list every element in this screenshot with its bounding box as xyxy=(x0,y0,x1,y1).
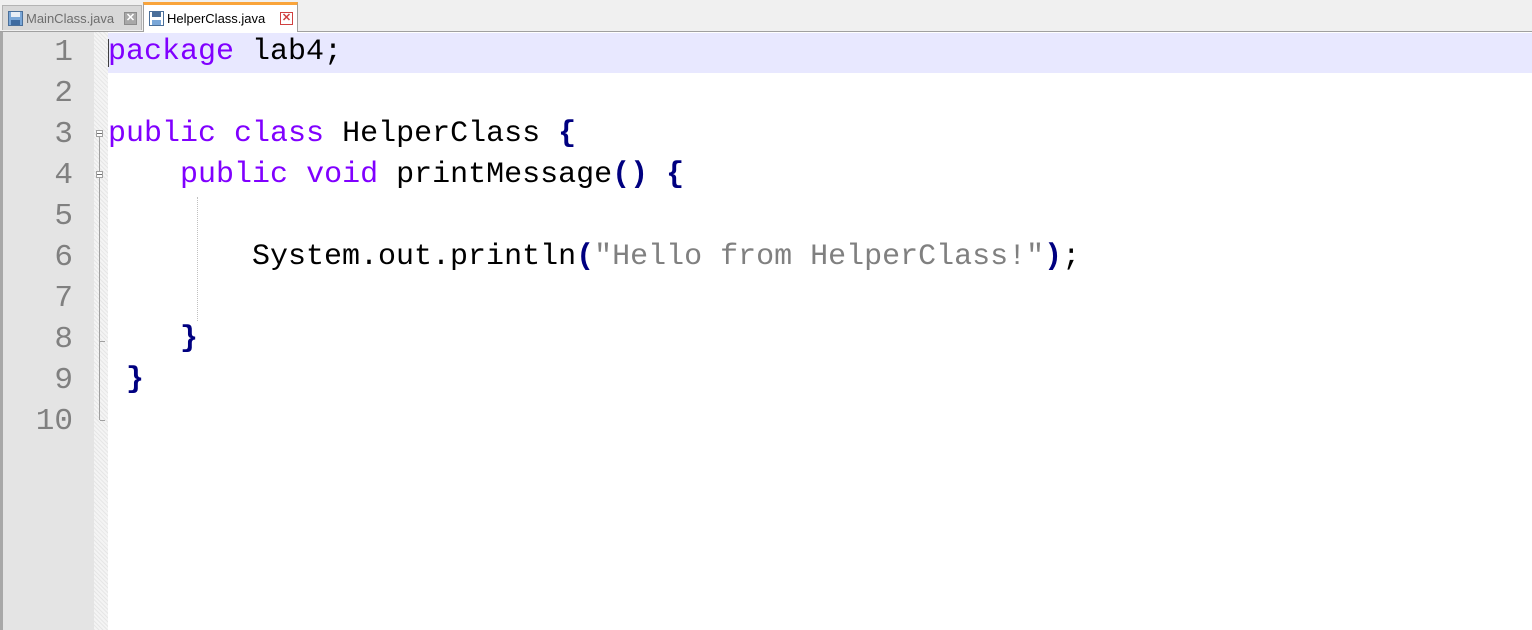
code-token: ( xyxy=(576,240,595,274)
close-icon[interactable]: ✕ xyxy=(280,12,293,25)
line-number: 7 xyxy=(54,281,73,316)
fold-line xyxy=(99,178,100,420)
text-caret xyxy=(108,39,109,67)
code-token: } xyxy=(126,363,145,397)
code-token: { xyxy=(666,158,685,192)
code-token: ; xyxy=(1062,240,1081,274)
fold-end-marker xyxy=(100,341,105,342)
close-icon[interactable]: ✕ xyxy=(124,11,137,25)
code-line[interactable]: package lab4; xyxy=(108,32,342,73)
tab-label: HelperClass.java xyxy=(167,11,266,26)
line-number: 2 xyxy=(54,76,73,111)
save-file-icon xyxy=(8,10,23,26)
fold-toggle-icon[interactable] xyxy=(96,171,103,178)
fold-toggle-icon[interactable] xyxy=(96,130,103,137)
code-token: class xyxy=(234,117,325,151)
code-token: System.out.println xyxy=(108,240,577,274)
code-line[interactable]: } xyxy=(108,319,198,360)
code-token: { xyxy=(558,117,577,151)
line-number: 10 xyxy=(35,404,73,439)
code-token: HelperClass xyxy=(324,117,559,151)
code-token: } xyxy=(180,322,199,356)
code-token: package xyxy=(108,35,235,69)
code-line[interactable]: public void printMessage() { xyxy=(108,155,684,196)
code-token: () xyxy=(612,158,649,192)
tab-helperclass[interactable]: HelperClass.java ✕ xyxy=(143,2,298,32)
editor-window: MainClass.java ✕ HelperClass.java ✕ 1 2 3 4… xyxy=(0,0,1532,630)
fold-line xyxy=(99,137,100,171)
fold-margin[interactable] xyxy=(94,32,108,630)
tab-label: MainClass.java xyxy=(26,10,115,26)
code-token: public xyxy=(108,117,217,151)
line-number: 1 xyxy=(54,35,73,70)
code-token: "Hello from HelperClass!" xyxy=(594,240,1045,274)
line-number: 5 xyxy=(54,199,73,234)
save-file-icon xyxy=(149,11,164,26)
code-token: public xyxy=(180,158,289,192)
code-token: printMessage xyxy=(378,158,613,192)
tab-mainclass[interactable]: MainClass.java ✕ xyxy=(2,5,142,30)
line-number: 4 xyxy=(54,158,73,193)
code-line[interactable]: System.out.println("Hello from HelperCla… xyxy=(108,237,1080,278)
tab-bar: MainClass.java ✕ HelperClass.java ✕ xyxy=(0,0,1532,32)
code-line[interactable]: public class HelperClass { xyxy=(108,114,576,155)
line-number: 3 xyxy=(54,117,73,152)
line-number: 9 xyxy=(54,363,73,398)
code-token: ) xyxy=(1044,240,1063,274)
fold-end-marker xyxy=(100,420,105,421)
line-number: 8 xyxy=(54,322,73,357)
code-line[interactable]: } xyxy=(108,360,144,401)
line-number: 6 xyxy=(54,240,73,275)
code-token: lab4; xyxy=(234,35,343,69)
code-token: void xyxy=(306,158,379,192)
code-editor[interactable]: 1 2 3 4 5 6 7 8 9 10 package lab4; public class He… xyxy=(0,32,1532,630)
